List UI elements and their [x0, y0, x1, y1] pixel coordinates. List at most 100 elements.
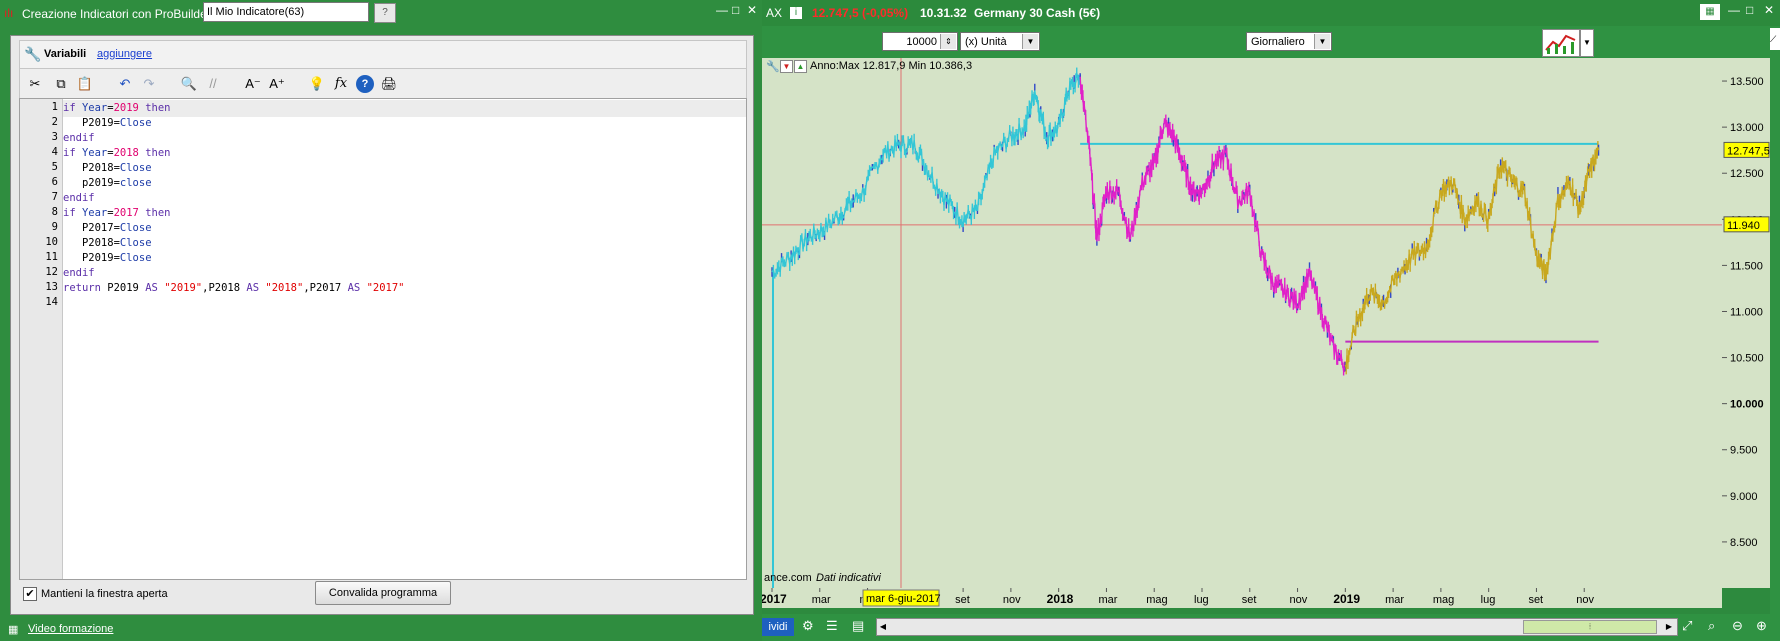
y-tick-label: 9.500 — [1730, 445, 1758, 457]
maximize-icon[interactable]: □ — [732, 3, 739, 17]
code-token: AS — [347, 282, 361, 294]
minimize-icon[interactable]: — — [716, 3, 728, 17]
chart-scrollbar[interactable]: ◀ ⦙ ▶ — [876, 618, 1678, 636]
x-tick-label: lug — [1194, 594, 1209, 606]
code-token: P2018= — [63, 162, 120, 174]
font-decrease-icon[interactable]: A⁻ — [244, 75, 262, 93]
code-token: then — [138, 147, 171, 159]
maximize-icon[interactable]: □ — [1746, 3, 1753, 17]
zoom-fit-icon[interactable]: ⤢ — [1682, 618, 1700, 636]
timeframe-value: Giornaliero — [1251, 36, 1305, 48]
series-2019 — [1344, 141, 1600, 375]
date-axis[interactable]: 2017 mar mag set nov 2018 mar mag lug set nov 2019 m… — [760, 588, 1722, 608]
keep-open-checkbox[interactable]: ✔ — [23, 587, 37, 601]
data-source: ance.com — [764, 572, 812, 584]
scroll-left-icon[interactable]: ◀ — [877, 619, 889, 635]
chart-toolbar: 10000 ⇕ (x) Unità ▼ Giornaliero ▼ ▼ — [762, 26, 1770, 58]
window-title: Creazione Indicatori con ProBuilder — [22, 7, 211, 21]
code-token: then — [138, 102, 171, 114]
ruler-icon[interactable]: ⟋ — [1770, 28, 1780, 50]
chevron-down-icon[interactable]: ▼ — [1022, 34, 1038, 49]
code-line[interactable] — [63, 295, 746, 312]
line-number: 14 — [45, 296, 58, 308]
code-token: P2017= — [63, 222, 120, 234]
code-token: if — [63, 102, 82, 114]
chevron-down-icon[interactable]: ▼ — [1580, 29, 1594, 57]
info-icon[interactable]: i — [790, 7, 802, 19]
chart-style-icon[interactable] — [1542, 29, 1580, 57]
help-icon[interactable]: ? — [374, 3, 396, 23]
zoom-area-icon[interactable]: ⌕ — [1708, 618, 1726, 636]
x-tick-label: mar — [812, 594, 831, 606]
y-tick-label: 10.500 — [1730, 353, 1764, 365]
quantity-input[interactable]: 10000 ⇕ — [882, 32, 958, 51]
price-axis[interactable]: 13.50013.00012.50012.00011.50011.00010.5… — [1722, 58, 1770, 588]
comment-icon[interactable]: // — [204, 75, 222, 93]
chart-title-bar: AX i 12.747,5 (-0,05%) 10.31.32 Germany … — [762, 0, 1780, 26]
code-token: close — [119, 177, 152, 189]
keyboard-icon[interactable]: ▦ — [1700, 4, 1720, 20]
code-area[interactable]: if Year=2019 then P2019=Close endif if Yea… — [63, 99, 746, 579]
line-number: 11 — [45, 251, 58, 263]
timeframe-select[interactable]: Giornaliero ▼ — [1246, 32, 1332, 51]
x-tick-label: mag — [1433, 594, 1454, 606]
undo-icon[interactable]: ↶ — [116, 75, 134, 93]
x-tick-label: nov — [1576, 594, 1594, 606]
redo-icon[interactable]: ↷ — [140, 75, 158, 93]
probuilder-panel: 🔧 Variabili aggiungere ✂ ⧉ 📋 ↶ ↷ 🔍 // A⁻… — [10, 35, 754, 615]
arrow-up-icon[interactable]: ▲ — [794, 60, 807, 73]
wrench-icon: 🔧 — [24, 46, 42, 62]
validate-button[interactable]: Convalida programma — [315, 581, 451, 605]
code-editor[interactable]: 1 2 3 4 5 6 7 8 9 10 11 12 13 14 if Year=2019 then P2… — [19, 98, 747, 580]
print-icon[interactable]: 🖨 — [380, 75, 398, 93]
code-token: Close — [119, 162, 152, 174]
font-increase-icon[interactable]: A⁺ — [268, 75, 286, 93]
video-training-link[interactable]: Video formazione — [28, 623, 113, 635]
code-token: Close — [119, 222, 152, 234]
code-token: endif — [63, 267, 95, 279]
search-icon[interactable]: 🔍 — [180, 75, 198, 93]
keep-open-label: Mantieni la finestra aperta — [41, 588, 168, 600]
x-tick-label: nov — [1290, 594, 1308, 606]
settings-icon[interactable]: ⚙ — [802, 618, 820, 636]
scroll-thumb[interactable]: ⦙ — [1523, 620, 1657, 634]
cut-icon[interactable]: ✂ — [26, 75, 44, 93]
indicator-label: Anno:Max 12.817,9 Min 10.386,3 — [810, 60, 973, 72]
code-token: "2017" — [366, 282, 405, 294]
quantity-stepper[interactable]: ⇕ — [940, 34, 956, 49]
price-plot-area: 🔧 ▼ ▲ Anno:Max 12.817,9 Min 10.386,3 anc… — [762, 58, 1723, 588]
date-axis-svg: 2017 mar mag set nov 2018 mar mag lug set nov 2019 m… — [760, 588, 1594, 607]
line-number: 3 — [51, 131, 58, 143]
unit-select[interactable]: (x) Unità ▼ — [960, 32, 1040, 51]
help-icon[interactable]: ? — [356, 75, 374, 93]
zoom-out-icon[interactable]: ⊖ — [1732, 618, 1750, 636]
code-token: 2017 — [113, 207, 139, 219]
y-tick-label: 12.500 — [1730, 168, 1764, 180]
add-variable-link[interactable]: aggiungere — [97, 48, 152, 60]
close-icon[interactable]: ✕ — [747, 3, 757, 17]
line-number: 7 — [51, 191, 58, 203]
y-tick-label: 13.000 — [1730, 122, 1764, 134]
instrument-name: Germany 30 Cash (5€) — [974, 6, 1101, 20]
share-button[interactable]: ividi — [762, 618, 794, 636]
x-tick-label: 2019 — [1333, 592, 1360, 606]
code-token: endif — [63, 132, 95, 144]
minimize-icon[interactable]: — — [1728, 3, 1740, 17]
function-icon[interactable]: fx — [332, 75, 350, 93]
copy-icon[interactable]: ⧉ — [52, 75, 70, 93]
wrench-icon[interactable]: 🔧 — [766, 60, 780, 73]
paste-icon[interactable]: 📋 — [76, 75, 94, 93]
code-token: return — [63, 282, 108, 294]
list-icon[interactable]: ☰ — [826, 618, 844, 636]
code-token: Close — [119, 237, 152, 249]
indicator-name-input[interactable] — [203, 2, 369, 22]
chart-title-prefix: AX — [766, 6, 783, 20]
chevron-down-icon[interactable]: ▼ — [1314, 34, 1330, 49]
x-tick-label: 2017 — [762, 592, 787, 606]
bars-icon[interactable]: ▤ — [852, 618, 870, 636]
close-icon[interactable]: ✕ — [1764, 3, 1774, 17]
scroll-right-icon[interactable]: ▶ — [1663, 619, 1675, 635]
arrow-down-icon[interactable]: ▼ — [780, 60, 793, 73]
zoom-in-icon[interactable]: ⊕ — [1756, 618, 1774, 636]
lightbulb-icon[interactable]: 💡 — [308, 75, 326, 93]
